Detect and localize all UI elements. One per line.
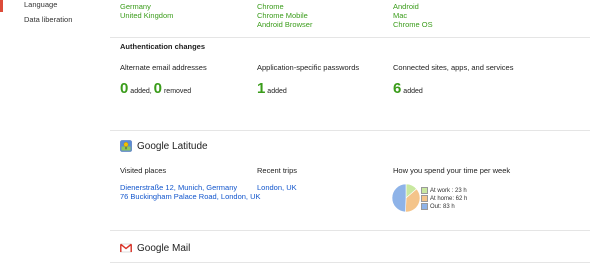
time-legend: At work : 23 h At home: 62 h Out: 83 h — [421, 187, 467, 211]
list-item: Android Browser — [257, 20, 313, 29]
passwords-added-label: added — [267, 88, 287, 95]
sidebar-item-language[interactable]: Language — [24, 0, 57, 9]
recent-trips-label: Recent trips — [257, 166, 298, 175]
list-item: Chrome — [257, 2, 284, 11]
app-passwords-label: Application-specific passwords — [257, 63, 360, 72]
recent-trips-list: London, UK — [257, 183, 297, 192]
app-passwords-stat: 1 added — [257, 80, 287, 97]
list-item: Android — [393, 2, 419, 11]
alternate-email-label: Alternate email addresses — [120, 63, 207, 72]
sites-added-label: added — [403, 88, 423, 95]
time-per-week-label: How you spend your time per week — [393, 166, 511, 175]
connected-sites-label: Connected sites, apps, and services — [393, 63, 514, 72]
countries-list: Germany United Kingdom — [120, 2, 173, 20]
gmail-envelope-icon — [120, 243, 132, 253]
legend-item: At work : 23 h — [421, 187, 467, 195]
legend-item: Out: 83 h — [421, 203, 467, 211]
visited-place-link[interactable]: Dienerstraße 12, Munich, Germany — [120, 183, 261, 192]
gmail-title: Google Mail — [137, 243, 191, 254]
browsers-list: Chrome Chrome Mobile Android Browser — [257, 2, 312, 29]
alternate-email-stat: 0 added, 0 removed — [120, 80, 191, 97]
connected-sites-stat: 6 added — [393, 80, 423, 97]
sidebar-active-marker — [0, 0, 3, 12]
email-added-label: added, — [130, 88, 152, 95]
visited-places-label: Visited places — [120, 166, 167, 175]
platforms-list: Android Mac Chrome OS — [393, 2, 433, 29]
main-content: Germany United Kingdom Chrome Chrome Mob… — [110, 0, 590, 272]
email-removed-label: removed — [163, 88, 192, 95]
divider — [110, 37, 590, 38]
list-item: United Kingdom — [120, 11, 174, 20]
latitude-title: Google Latitude — [137, 141, 208, 152]
list-item: Mac — [393, 11, 408, 20]
passwords-added-count: 1 — [257, 80, 266, 97]
divider — [110, 262, 590, 263]
latitude-pin-icon — [120, 140, 132, 152]
list-item: Chrome OS — [393, 20, 433, 29]
legend-item: At home: 62 h — [421, 195, 467, 203]
auth-heading: Authentication changes — [120, 42, 206, 51]
email-removed-count: 0 — [153, 80, 163, 97]
recent-trip-link[interactable]: London, UK — [257, 183, 297, 192]
sidebar-item-data-liberation[interactable]: Data liberation — [24, 15, 72, 24]
divider — [110, 230, 590, 231]
divider — [110, 130, 590, 131]
sidebar: Language Data liberation — [0, 0, 110, 272]
time-pie-chart — [391, 183, 421, 213]
pie-slice — [391, 183, 407, 213]
sites-added-count: 6 — [393, 80, 402, 97]
visited-places-list: Dienerstraße 12, Munich, Germany 76 Buck… — [120, 183, 261, 201]
email-added-count: 0 — [120, 80, 129, 97]
list-item: Chrome Mobile — [257, 11, 308, 20]
visited-place-link[interactable]: 76 Buckingham Palace Road, London, UK — [120, 192, 261, 201]
list-item: Germany — [120, 2, 151, 11]
